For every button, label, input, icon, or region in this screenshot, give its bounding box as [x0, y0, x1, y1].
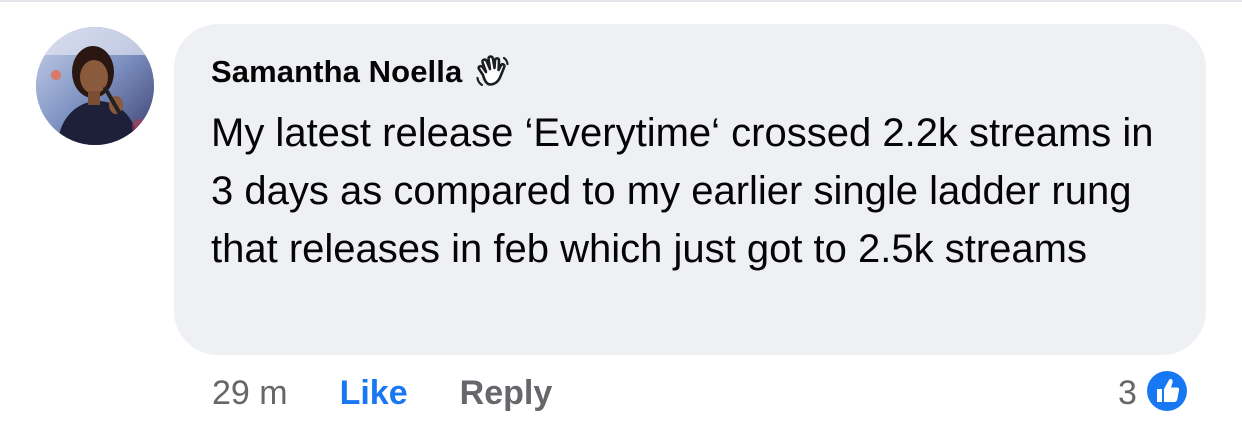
avatar[interactable] — [36, 27, 154, 145]
waving-hand-icon — [474, 54, 510, 90]
comment-author-name[interactable]: Samantha Noella — [211, 54, 462, 90]
like-button[interactable]: Like — [340, 374, 408, 413]
reply-button[interactable]: Reply — [460, 374, 553, 413]
reaction-summary[interactable]: 3 — [1118, 367, 1191, 416]
comment-timestamp[interactable]: 29 m — [212, 374, 288, 413]
reaction-count: 3 — [1118, 373, 1137, 412]
comment-bubble: Samantha Noella My latest release ‘Every… — [174, 24, 1206, 355]
comment-actions: 29 m Like Reply — [212, 370, 552, 416]
comment-text: My latest release ‘Everytime‘ crossed 2.… — [211, 111, 1154, 271]
divider — [0, 0, 1242, 2]
comment-author-row: Samantha Noella — [211, 52, 510, 92]
thumbs-up-icon — [1143, 367, 1191, 420]
